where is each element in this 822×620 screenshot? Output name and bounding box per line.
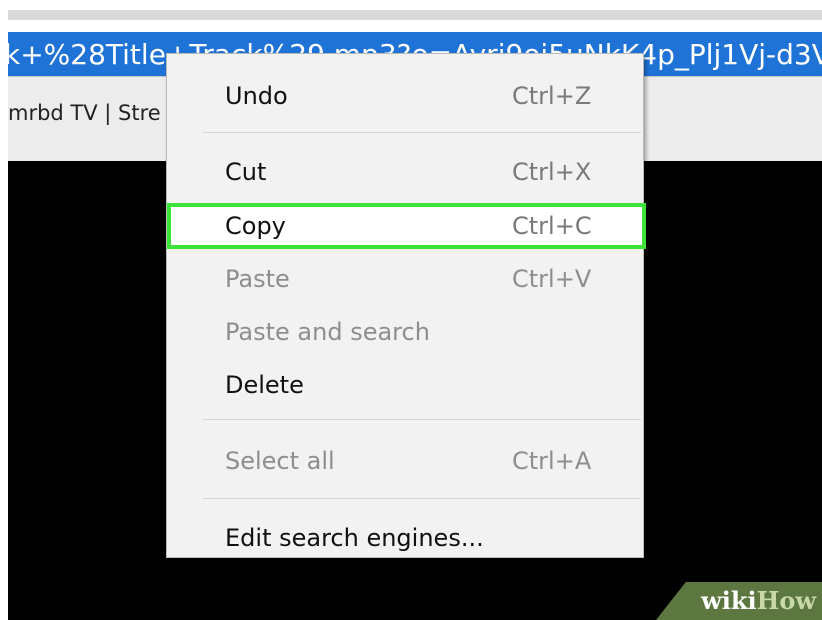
menu-item-shortcut: Ctrl+V [512,265,592,293]
menu-item-shortcut: Ctrl+X [512,158,592,186]
menu-item-copy[interactable]: Copy Ctrl+C [167,203,646,249]
menu-item-paste-and-search[interactable]: Paste and search [167,312,643,352]
menu-item-shortcut: Ctrl+C [512,212,592,240]
menu-item-label: Paste [225,265,290,293]
menu-item-shortcut: Ctrl+Z [512,82,592,110]
menu-item-paste[interactable]: Paste Ctrl+V [167,259,643,299]
menu-item-select-all[interactable]: Select all Ctrl+A [167,441,643,481]
menu-separator [203,132,641,133]
menu-item-label: Cut [225,158,267,186]
watermark-how: How [756,586,816,615]
watermark-text: wikiHow [701,587,816,615]
page-tab-title[interactable]: mrbd TV | Stre [8,100,161,126]
menu-item-cut[interactable]: Cut Ctrl+X [167,152,643,192]
menu-item-undo[interactable]: Undo Ctrl+Z [167,76,643,116]
menu-separator [203,419,641,420]
menu-item-label: Select all [225,447,335,475]
screenshot-frame: k+%28Title+Track%29.mp3?o=Avri9oi5uNkK4p… [8,10,822,620]
menu-item-label: Undo [225,82,288,110]
watermark-wiki: wiki [701,586,757,615]
menu-item-label: Delete [225,371,304,399]
menu-item-label: Copy [225,212,286,240]
menu-item-delete[interactable]: Delete [167,365,643,405]
menu-item-label: Edit search engines... [225,524,484,552]
context-menu: Undo Ctrl+Z Cut Ctrl+X Copy Ctrl+C Paste… [166,53,646,558]
menu-item-shortcut: Ctrl+A [512,447,592,475]
menu-separator [203,498,641,499]
menu-item-label: Paste and search [225,318,430,346]
window-top-strip [8,10,822,20]
menu-item-edit-search-engines[interactable]: Edit search engines... [167,518,643,558]
